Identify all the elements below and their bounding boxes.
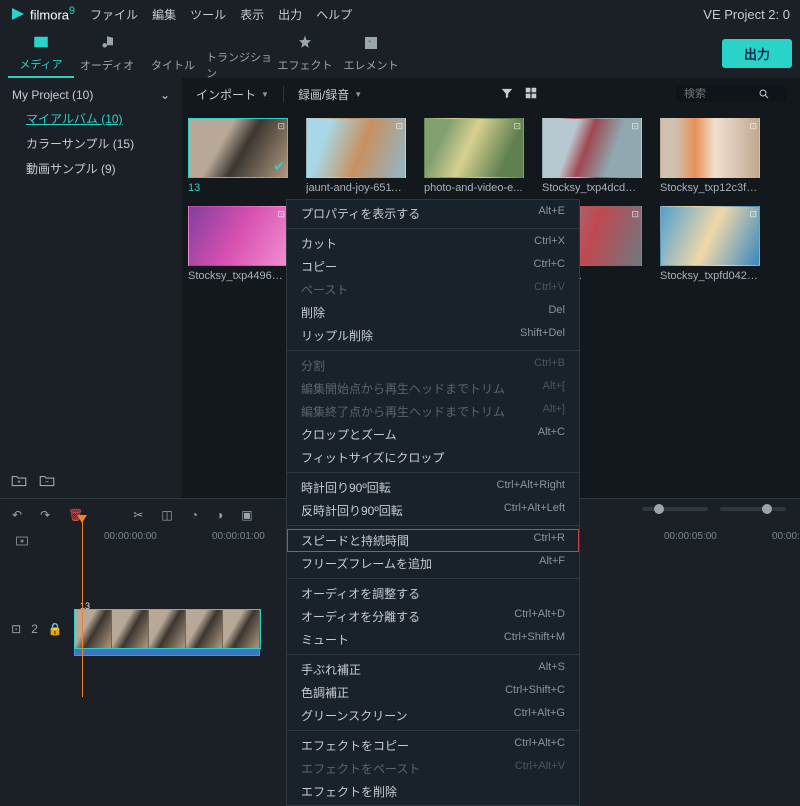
ctx-item[interactable]: オーディオを分離するCtrl+Alt+D [287,605,579,628]
color-icon[interactable]: ◑ [216,508,223,522]
sidebar-item-color[interactable]: カラーサンプル (15) [0,131,182,156]
video-clip[interactable] [74,609,261,649]
ctx-item[interactable]: グリーンスクリーンCtrl+Alt+G [287,704,579,727]
sidebar-item-album[interactable]: マイアルバム (10) [0,106,182,131]
context-menu: プロパティを表示するAlt+E カットCtrl+XコピーCtrl+CペーストCtr… [286,199,580,806]
ctx-item[interactable]: エフェクトを削除 [287,780,579,803]
chevron-down-icon: ⌄ [160,88,170,102]
filter-icon[interactable] [500,86,514,103]
menu-view[interactable]: 表示 [240,6,264,23]
ctx-item: エフェクトをペーストCtrl+Alt+V [287,757,579,780]
media-thumb[interactable]: ⊡jaunt-and-joy-6511... [306,118,406,194]
tab-effect[interactable]: エフェクト [272,28,338,78]
ctx-item[interactable]: 削除Del [287,301,579,324]
ctx-item[interactable]: フリーズフレームを追加Alt+F [287,552,579,575]
media-thumb[interactable]: ⊡Stocksy_txp449640... [188,206,288,282]
ctx-item[interactable]: クロップとズームAlt+C [287,423,579,446]
ctx-item[interactable]: スピードと持続時間Ctrl+R [287,529,579,552]
green-screen-icon[interactable]: ▣ [241,508,252,522]
media-thumb[interactable]: ⊡photo-and-video-e... [424,118,524,194]
ctx-item[interactable]: エフェクトをコピーCtrl+Alt+C [287,734,579,757]
search-icon [758,88,770,100]
ctx-item[interactable]: 時計回り90º回転Ctrl+Alt+Right [287,476,579,499]
ctx-item[interactable]: コピーCtrl+C [287,255,579,278]
menu-edit[interactable]: 編集 [152,6,176,23]
app-logo: filmora9 [10,5,75,22]
track-number: 2 [31,622,38,636]
export-button[interactable]: 出力 [722,39,792,68]
ruler-tick: 00:00:05:00 [664,531,717,542]
ctx-item: 分割Ctrl+B [287,354,579,377]
sidebar-item-video[interactable]: 動画サンプル (9) [0,156,182,181]
redo-icon[interactable]: ↷ [40,508,50,522]
sidebar-header[interactable]: My Project (10)⌄ [0,84,182,106]
import-dropdown[interactable]: インポート▼ [196,86,269,103]
ruler-tick: 00:00:00:00 [104,531,157,542]
speed-icon[interactable]: ◔ [191,508,198,522]
ctx-item[interactable]: 反時計回り90º回転Ctrl+Alt+Left [287,499,579,522]
ctx-item[interactable]: カットCtrl+X [287,232,579,255]
menu-file[interactable]: ファイル [90,6,138,23]
ruler-tick: 00:00:06:00 [772,531,800,542]
ctx-item[interactable]: 手ぶれ補正Alt+S [287,658,579,681]
ctx-item[interactable]: 色調補正Ctrl+Shift+C [287,681,579,704]
ctx-item: 編集終了点から再生ヘッドまでトリムAlt+] [287,400,579,423]
scale-slider[interactable] [720,507,786,511]
sidebar: My Project (10)⌄ マイアルバム (10) カラーサンプル (15… [0,78,182,498]
menu-export[interactable]: 出力 [278,6,302,23]
grid-view-icon[interactable] [524,86,538,103]
zoom-slider[interactable] [642,507,708,511]
add-marker-icon[interactable] [14,533,30,552]
ctx-item: 編集開始点から再生ヘッドまでトリムAlt+[ [287,377,579,400]
media-thumb[interactable]: ⊡✔13 [188,118,288,194]
main-menu: ファイル 編集 ツール 表示 出力 ヘルプ [90,6,352,23]
ctx-item[interactable]: オーディオを調整する [287,582,579,605]
undo-icon[interactable]: ↶ [12,508,22,522]
track-visibility-icon[interactable]: ⊡ [11,622,21,636]
ruler-tick: 00:00:01:00 [212,531,265,542]
tab-media[interactable]: メディア [8,28,74,78]
ctx-item[interactable]: プロパティを表示するAlt+E [287,202,579,225]
delete-folder-icon[interactable] [38,472,56,493]
ctx-item: ペーストCtrl+V [287,278,579,301]
new-folder-icon[interactable] [10,472,28,493]
media-thumb[interactable]: ⊡Stocksy_txpfd042c... [660,206,760,282]
record-dropdown[interactable]: 録画/録音▼ [298,86,362,103]
media-thumb[interactable]: ⊡Stocksy_txp12c3f4... [660,118,760,194]
ctx-item[interactable]: リップル削除Shift+Del [287,324,579,347]
tab-transition[interactable]: トランジション [206,28,272,78]
tab-audio[interactable]: オーディオ [74,28,140,78]
playhead[interactable] [82,517,83,697]
ctx-item[interactable]: フィットサイズにクロップ [287,446,579,469]
ctx-item[interactable]: ミュートCtrl+Shift+M [287,628,579,651]
search-input[interactable] [676,86,786,102]
media-thumb[interactable]: ⊡Stocksy_txp4dcd32... [542,118,642,194]
project-title: VE Project 2: 0 [703,7,790,22]
menu-help[interactable]: ヘルプ [316,6,352,23]
tab-title[interactable]: タイトル [140,28,206,78]
tab-element[interactable]: エレメント [338,28,404,78]
menu-tools[interactable]: ツール [190,6,226,23]
split-icon[interactable]: ✂ [133,508,143,522]
audio-clip[interactable] [74,648,260,656]
track-lock-icon[interactable]: 🔒 [48,622,63,636]
crop-icon[interactable]: ◫ [161,508,172,522]
